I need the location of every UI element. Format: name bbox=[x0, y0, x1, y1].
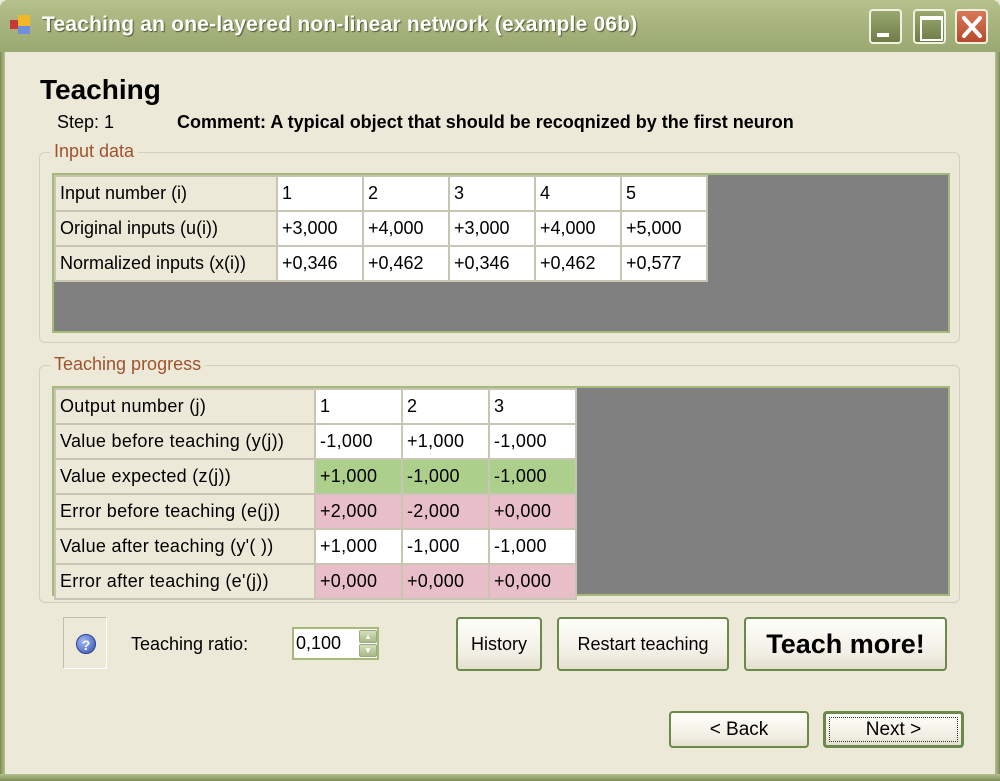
next-button-label: Next > bbox=[865, 718, 922, 740]
table-cell[interactable]: 2 bbox=[362, 175, 450, 212]
teaching-progress-grid[interactable]: Output number (j) 1 2 3 Value before teachin… bbox=[52, 386, 950, 600]
teaching-ratio-label: Teaching ratio: bbox=[131, 634, 249, 654]
teaching-progress-legend: Teaching progress bbox=[50, 354, 206, 375]
history-button[interactable]: History bbox=[456, 617, 542, 671]
title-bar[interactable]: Teaching an one-layered non-linear netwo… bbox=[0, 0, 1000, 52]
comment-label: Comment: A typical object that should be… bbox=[177, 112, 794, 132]
maximize-button[interactable] bbox=[913, 9, 946, 44]
table-cell[interactable]: 3 bbox=[448, 175, 536, 212]
input-data-group: Input data Input number (i) 1 2 3 4 5 Original… bbox=[39, 141, 960, 343]
table-cell[interactable]: -1,000 bbox=[488, 423, 577, 460]
spin-down-button[interactable]: ▼ bbox=[359, 644, 377, 657]
table-cell[interactable]: 4 bbox=[534, 175, 622, 212]
table-row: Value before teaching (y(j)) -1,000 +1,000… bbox=[54, 423, 577, 460]
chevron-up-icon: ▲ bbox=[364, 632, 372, 641]
table-cell[interactable]: -1,000 bbox=[488, 458, 577, 495]
input-data-table: Input number (i) 1 2 3 4 5 Original inputs (u(… bbox=[54, 175, 708, 282]
row-header: Value after teaching (y'( )) bbox=[54, 528, 316, 565]
minimize-button[interactable] bbox=[869, 9, 902, 44]
table-cell[interactable]: +0,000 bbox=[488, 563, 577, 600]
row-header: Output number (j) bbox=[54, 388, 316, 425]
spin-up-button[interactable]: ▲ bbox=[359, 630, 377, 643]
table-cell[interactable]: -2,000 bbox=[401, 493, 490, 530]
row-header: Error before teaching (e(j)) bbox=[54, 493, 316, 530]
teaching-ratio-input[interactable] bbox=[296, 631, 356, 656]
table-row: Value expected (z(j)) +1,000 -1,000 -1,000 bbox=[54, 458, 577, 495]
table-cell[interactable]: +0,000 bbox=[314, 563, 403, 600]
table-row: Normalized inputs (x(i)) +0,346 +0,462 +0,3… bbox=[54, 245, 708, 282]
table-cell[interactable]: -1,000 bbox=[314, 423, 403, 460]
table-cell[interactable]: +3,000 bbox=[276, 210, 364, 247]
table-cell[interactable]: -1,000 bbox=[401, 458, 490, 495]
table-cell[interactable]: 1 bbox=[276, 175, 364, 212]
row-header: Error after teaching (e'(j)) bbox=[54, 563, 316, 600]
table-row: Value after teaching (y'( )) +1,000 -1,000… bbox=[54, 528, 577, 565]
back-button[interactable]: < Back bbox=[669, 711, 809, 748]
app-icon bbox=[10, 14, 32, 36]
table-row: Output number (j) 1 2 3 bbox=[54, 388, 577, 425]
table-cell[interactable]: +0,000 bbox=[401, 563, 490, 600]
row-header: Input number (i) bbox=[54, 175, 278, 212]
row-header: Value before teaching (y(j)) bbox=[54, 423, 316, 460]
row-header: Normalized inputs (x(i)) bbox=[54, 245, 278, 282]
dialog-client-area: Teaching Step: 1 Comment: A typical obje… bbox=[5, 52, 995, 774]
table-cell[interactable]: +0,462 bbox=[362, 245, 450, 282]
table-cell[interactable]: +0,577 bbox=[620, 245, 708, 282]
table-cell[interactable]: +4,000 bbox=[534, 210, 622, 247]
table-row: Original inputs (u(i)) +3,000 +4,000 +3,000… bbox=[54, 210, 708, 247]
table-cell[interactable]: +1,000 bbox=[314, 458, 403, 495]
app-window: Teaching an one-layered non-linear netwo… bbox=[0, 0, 1000, 781]
help-icon: ? bbox=[76, 634, 96, 654]
next-button[interactable]: Next > bbox=[823, 711, 964, 748]
table-cell[interactable]: 3 bbox=[488, 388, 577, 425]
window-frame-bottom bbox=[0, 774, 1000, 781]
teach-more-button[interactable]: Teach more! bbox=[744, 617, 947, 671]
table-cell[interactable]: +1,000 bbox=[401, 423, 490, 460]
table-cell[interactable]: -1,000 bbox=[488, 528, 577, 565]
input-data-grid[interactable]: Input number (i) 1 2 3 4 5 Original inputs (u(… bbox=[52, 173, 950, 333]
row-header: Original inputs (u(i)) bbox=[54, 210, 278, 247]
table-cell[interactable]: +0,000 bbox=[488, 493, 577, 530]
table-row: Input number (i) 1 2 3 4 5 bbox=[54, 175, 708, 212]
window-title: Teaching an one-layered non-linear netwo… bbox=[42, 13, 638, 36]
chevron-down-icon: ▼ bbox=[364, 646, 372, 655]
close-icon bbox=[962, 16, 982, 38]
table-cell[interactable]: +5,000 bbox=[620, 210, 708, 247]
window-frame-right bbox=[995, 52, 1000, 781]
table-cell[interactable]: +0,462 bbox=[534, 245, 622, 282]
input-data-legend: Input data bbox=[50, 141, 139, 162]
table-cell[interactable]: +3,000 bbox=[448, 210, 536, 247]
table-cell[interactable]: -1,000 bbox=[401, 528, 490, 565]
restart-teaching-button[interactable]: Restart teaching bbox=[557, 617, 729, 671]
table-cell[interactable]: +0,346 bbox=[276, 245, 364, 282]
teaching-progress-group: Teaching progress Output number (j) 1 2 3 Va… bbox=[39, 354, 960, 603]
page-title: Teaching bbox=[40, 74, 161, 105]
table-cell[interactable]: 1 bbox=[314, 388, 403, 425]
table-row: Error before teaching (e(j)) +2,000 -2,000… bbox=[54, 493, 577, 530]
table-cell[interactable]: +1,000 bbox=[314, 528, 403, 565]
close-button[interactable] bbox=[955, 9, 988, 44]
row-header: Value expected (z(j)) bbox=[54, 458, 316, 495]
table-cell[interactable]: +0,346 bbox=[448, 245, 536, 282]
table-row: Error after teaching (e'(j)) +0,000 +0,000… bbox=[54, 563, 577, 600]
table-cell[interactable]: +4,000 bbox=[362, 210, 450, 247]
table-cell[interactable]: +2,000 bbox=[314, 493, 403, 530]
table-cell[interactable]: 5 bbox=[620, 175, 708, 212]
step-label: Step: 1 bbox=[57, 112, 115, 132]
help-button[interactable]: ? bbox=[63, 617, 107, 669]
teaching-progress-table: Output number (j) 1 2 3 Value before teachin… bbox=[54, 388, 577, 600]
teaching-ratio-spinner[interactable]: ▲ ▼ bbox=[292, 627, 379, 660]
table-cell[interactable]: 2 bbox=[401, 388, 490, 425]
